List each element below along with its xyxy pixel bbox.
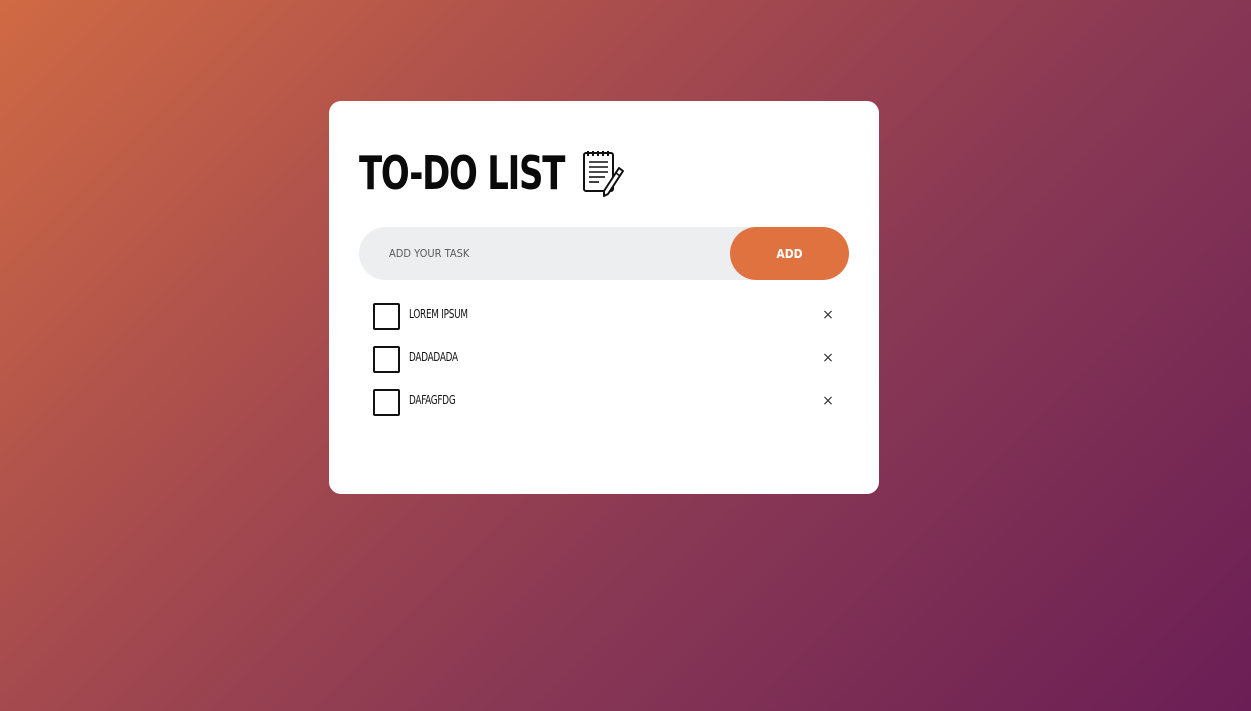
close-icon[interactable]: × — [820, 348, 836, 368]
task-label: DADADADA — [409, 350, 458, 364]
list-item[interactable]: LOREM IPSUM × — [373, 303, 843, 330]
add-button[interactable]: ADD — [730, 227, 849, 280]
list-item[interactable]: DADADADA × — [373, 346, 843, 373]
title-row: TO-DO LIST — [359, 145, 625, 201]
task-label: LOREM IPSUM — [409, 307, 468, 321]
close-icon[interactable]: × — [820, 305, 836, 325]
todo-card: TO-DO LIST ADD LOR — [329, 101, 879, 494]
task-list: LOREM IPSUM × DADADADA × DAFAGFDG × — [373, 303, 843, 432]
task-input[interactable] — [389, 227, 719, 280]
task-checkbox[interactable] — [373, 389, 400, 416]
notepad-pencil-icon — [581, 148, 625, 198]
task-label: DAFAGFDG — [409, 393, 456, 407]
add-task-row: ADD — [359, 227, 849, 280]
close-icon[interactable]: × — [820, 391, 836, 411]
list-item[interactable]: DAFAGFDG × — [373, 389, 843, 416]
task-checkbox[interactable] — [373, 346, 400, 373]
page-title: TO-DO LIST — [359, 146, 565, 200]
task-checkbox[interactable] — [373, 303, 400, 330]
